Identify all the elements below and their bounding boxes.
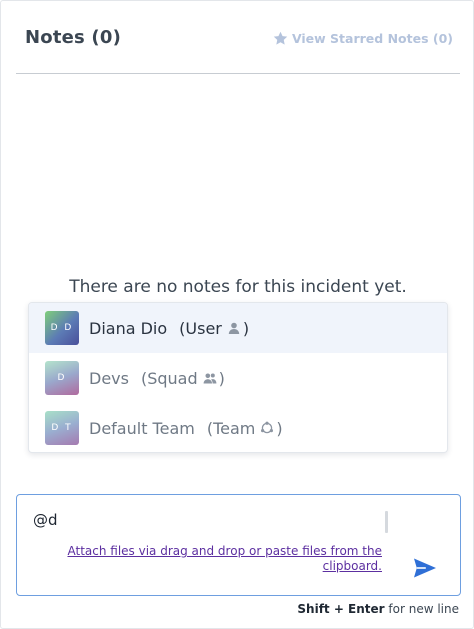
note-input[interactable]: @d [33, 511, 58, 529]
mention-type-close: ) [218, 368, 225, 388]
mention-name: Default Team [89, 418, 195, 438]
squad-icon [203, 371, 217, 385]
hint-text: for new line [384, 602, 459, 616]
notes-panel: Notes (0) View Starred Notes (0) There a… [0, 0, 474, 629]
hint-keys: Shift + Enter [297, 602, 385, 616]
header-divider [16, 73, 460, 74]
view-starred-notes-link[interactable]: View Starred Notes (0) [272, 30, 453, 47]
team-icon [260, 421, 274, 435]
mention-suggestions: D D Diana Dio (User ) D Devs (Squad) D … [28, 302, 448, 453]
mention-name: Devs [89, 368, 129, 388]
mention-type-close: ) [242, 318, 250, 338]
mention-name: Diana Dio [89, 318, 168, 338]
composer-scrollbar[interactable] [385, 511, 388, 533]
empty-state-message: There are no notes for this incident yet… [69, 277, 407, 297]
send-icon [413, 557, 437, 579]
notes-title: Notes (0) [25, 27, 122, 48]
user-icon [227, 321, 241, 335]
notes-header: Notes (0) View Starred Notes (0) [1, 1, 474, 73]
new-line-hint: Shift + Enter for new line [297, 602, 459, 616]
mention-option-label: Devs (Squad ) [89, 369, 225, 388]
mention-option-devs[interactable]: D Devs (Squad ) [29, 353, 447, 403]
send-button[interactable] [413, 557, 437, 579]
attach-files-link[interactable]: Attach files via drag and drop or paste … [57, 544, 382, 574]
mention-type-label: (Team [206, 418, 256, 438]
mention-option-default-team[interactable]: D T Default Team (Team ) [29, 403, 447, 452]
avatar: D D [45, 311, 79, 345]
mention-option-label: Diana Dio (User ) [89, 319, 249, 338]
mention-option-diana-dio[interactable]: D D Diana Dio (User ) [29, 303, 447, 353]
mention-type-label: (User [179, 318, 222, 338]
mention-type: (Team ) [207, 419, 283, 438]
view-starred-notes-label: View Starred Notes (0) [291, 31, 453, 46]
note-composer[interactable]: @d Attach files via drag and drop or pas… [16, 494, 461, 596]
avatar: D T [45, 411, 79, 445]
mention-type: (Squad ) [141, 369, 225, 388]
avatar: D [45, 361, 79, 395]
mention-option-label: Default Team (Team ) [89, 419, 283, 438]
mention-type: (User ) [179, 319, 249, 338]
star-icon [272, 30, 292, 47]
mention-type-close: ) [276, 418, 283, 438]
mention-type-label: (Squad [140, 368, 198, 388]
